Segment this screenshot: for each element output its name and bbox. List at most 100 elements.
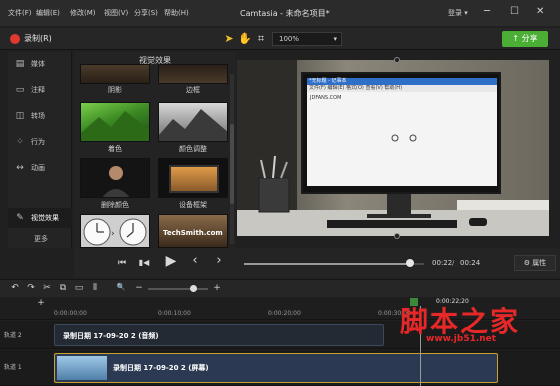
- notepad-title: *无标题 - 记事本: [307, 78, 497, 85]
- effect-thumb-border[interactable]: [158, 64, 228, 84]
- annotation-icon: ▭: [15, 85, 25, 95]
- zoom-slider-handle[interactable]: [190, 285, 197, 292]
- clock-icon: ›: [83, 218, 147, 246]
- scrubber-handle[interactable]: [405, 259, 414, 267]
- zoom-icon: 🔍: [116, 283, 126, 291]
- sidebar-item-transitions[interactable]: ◫ 转场: [8, 106, 72, 126]
- rewind-icon[interactable]: ⏮: [114, 256, 130, 270]
- timeline-zoom-slider[interactable]: [148, 285, 208, 292]
- sidebar-item-label: 媒体: [31, 60, 45, 68]
- site-watermark-url: www.jb51.net: [426, 334, 497, 344]
- effect-label: 阴影: [108, 86, 122, 94]
- screen-clip[interactable]: 录制日期 17-09-20 2 (屏幕): [54, 353, 498, 383]
- sidebar-item-label: 注释: [31, 86, 45, 94]
- playback-scrubber[interactable]: [244, 259, 424, 267]
- record-button[interactable]: 录制(R): [10, 33, 52, 44]
- pointer-tool-icon[interactable]: ➤: [222, 32, 236, 46]
- playback-progress: [244, 263, 410, 265]
- more-button[interactable]: 更多: [34, 234, 48, 244]
- effect-thumb-colorize[interactable]: [80, 102, 150, 142]
- next-frame-icon[interactable]: ›: [212, 254, 226, 268]
- sidebar-item-media[interactable]: ▤ 媒体: [8, 54, 72, 74]
- effect-thumb-clock[interactable]: ›: [80, 214, 150, 248]
- menu-edit[interactable]: 编辑(E): [36, 8, 60, 18]
- properties-label: 属性: [532, 259, 547, 267]
- paste-icon[interactable]: ▭: [74, 283, 84, 293]
- svg-text:›: ›: [111, 229, 115, 239]
- device-frame-image: [169, 165, 219, 193]
- chevron-down-icon: ▾: [333, 35, 337, 43]
- audio-clip[interactable]: 录制日期 17-09-20 2 (音频): [54, 324, 384, 346]
- sidebar-item-animations[interactable]: ↔ 动画: [8, 158, 72, 178]
- gear-icon: ⚙: [523, 259, 531, 267]
- record-icon: [10, 33, 20, 44]
- notepad-window: *无标题 - 记事本 文件(F) 编辑(E) 格式(O) 查看(V) 帮助(H)…: [307, 78, 497, 186]
- behavior-icon: ⁘: [16, 137, 24, 147]
- sidebar-item-annotations[interactable]: ▭ 注释: [8, 80, 72, 100]
- track-label: 轨道 1: [4, 364, 22, 371]
- add-track-icon[interactable]: +: [36, 298, 46, 308]
- tick-label: 0:00:00;00: [54, 310, 87, 317]
- mountain-image: [159, 109, 227, 141]
- undo-icon[interactable]: ↶: [10, 283, 20, 293]
- notepad-body: JDFANS.COM: [310, 95, 342, 101]
- crop-tool-icon[interactable]: ⌗: [254, 32, 268, 46]
- main-toolbar: 录制(R) ➤ ✋ ⌗ 100% ▾ ↑ 分享: [0, 28, 560, 50]
- close-icon[interactable]: ✕: [536, 6, 544, 18]
- hand-tool-icon[interactable]: ✋: [238, 32, 252, 46]
- cut-icon[interactable]: ✂: [42, 283, 52, 293]
- track-row: 轨道 1 录制日期 17-09-20 2 (屏幕): [0, 350, 560, 386]
- sidebar-item-label: 动画: [31, 164, 45, 172]
- sidebar-item-visual-effects[interactable]: ✎ 视觉效果: [8, 208, 72, 228]
- track-label: 轨道 2: [4, 332, 22, 339]
- tick-label: 0:00:20;00: [268, 310, 301, 317]
- canvas-top-handle[interactable]: [394, 57, 400, 63]
- maximize-icon[interactable]: ☐: [510, 6, 519, 18]
- record-label: 录制(R): [24, 34, 52, 43]
- effect-thumb-shadow[interactable]: [80, 64, 150, 84]
- zoom-select[interactable]: 100% ▾: [272, 32, 342, 46]
- menu-share[interactable]: 分享(S): [134, 8, 158, 18]
- effect-thumb-techsmith[interactable]: TechSmith.com: [158, 214, 228, 248]
- effects-scrollbar[interactable]: [230, 74, 234, 244]
- effects-panel: 视觉效果 阴影 边框 着色 颜色调整 删除颜色 设备框架 › TechSmith…: [74, 52, 236, 248]
- minimize-icon[interactable]: ─: [484, 6, 490, 18]
- wand-icon: ✎: [16, 213, 24, 223]
- split-icon[interactable]: ⫴: [90, 283, 100, 293]
- canvas-bottom-handle[interactable]: [394, 233, 400, 239]
- redo-icon[interactable]: ↷: [26, 283, 36, 293]
- tick-label: 0:00:10;00: [158, 310, 191, 317]
- person-image: [102, 166, 130, 197]
- menu-file[interactable]: 文件(F): [8, 8, 32, 18]
- login-label: 登录: [448, 9, 462, 17]
- time-current: 00:22: [432, 259, 453, 267]
- menu-view[interactable]: 视图(V): [104, 8, 128, 18]
- effect-label: 边框: [186, 86, 200, 94]
- tool-sidebar: ▤ 媒体 ▭ 注释 ◫ 转场 ⁘ 行为 ↔ 动画 ✎ 视觉效果 更多: [8, 52, 72, 248]
- effect-label: 删除颜色: [101, 201, 129, 209]
- sidebar-item-label: 视觉效果: [31, 214, 59, 222]
- clip-thumbnail: [57, 356, 107, 380]
- effect-thumb-color-adjust[interactable]: [158, 102, 228, 142]
- media-icon: ▤: [15, 59, 25, 69]
- preview-canvas[interactable]: *无标题 - 记事本 文件(F) 编辑(E) 格式(O) 查看(V) 帮助(H)…: [237, 60, 549, 236]
- play-icon[interactable]: ▶: [162, 254, 180, 268]
- transition-icon: ◫: [15, 111, 25, 121]
- sidebar-item-behaviors[interactable]: ⁘ 行为: [8, 132, 72, 152]
- prev-frame-icon[interactable]: ‹: [188, 254, 202, 268]
- menu-help[interactable]: 帮助(H): [164, 8, 189, 18]
- share-button[interactable]: ↑ 分享: [502, 31, 548, 47]
- properties-button[interactable]: ⚙ 属性: [514, 255, 556, 271]
- effect-label: 设备框架: [179, 201, 207, 209]
- effect-thumb-remove-color[interactable]: [80, 158, 150, 198]
- login-link[interactable]: 登录 ▾: [448, 8, 468, 18]
- menu-modify[interactable]: 修改(M): [70, 8, 96, 18]
- effect-thumb-device-frame[interactable]: [158, 158, 228, 198]
- step-back-icon[interactable]: ▮◀: [136, 256, 152, 270]
- zoom-out-icon[interactable]: −: [134, 283, 144, 293]
- scrollbar-thumb[interactable]: [230, 124, 234, 204]
- copy-icon[interactable]: ⧉: [58, 283, 68, 293]
- time-separator: /: [452, 259, 455, 267]
- zoom-in-icon[interactable]: +: [212, 283, 222, 293]
- sidebar-item-label: 转场: [31, 112, 45, 120]
